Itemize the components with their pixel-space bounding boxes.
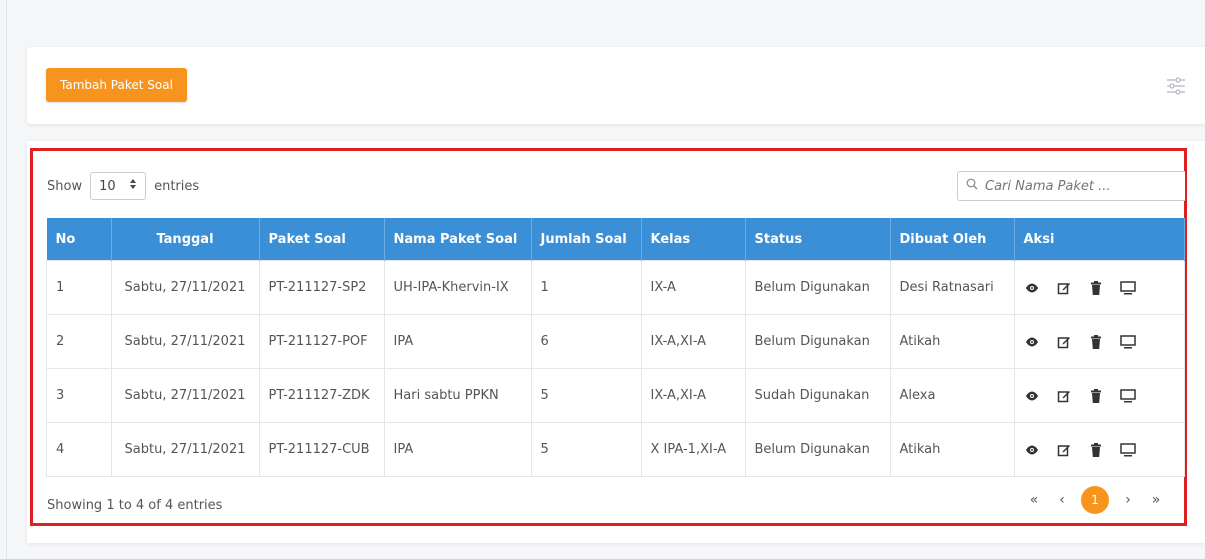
trash-icon[interactable] [1088,442,1104,458]
prev-page-button[interactable]: ‹ [1053,486,1071,514]
monitor-icon[interactable] [1119,280,1136,296]
page-length-control: Show 10 entries [47,171,199,201]
eye-icon[interactable] [1024,442,1040,458]
edit-icon[interactable] [1056,334,1072,350]
last-page-button[interactable]: » [1147,486,1165,514]
monitor-icon[interactable] [1119,388,1136,404]
first-page-button[interactable]: « [1025,486,1043,514]
trash-icon[interactable] [1088,388,1104,404]
eye-icon[interactable] [1024,388,1040,404]
sliders-icon[interactable] [1166,77,1186,95]
cell-jumlah-soal: 5 [530,422,642,477]
paket-soal-table: No Tanggal Paket Soal Nama Paket Soal Ju… [46,218,1185,477]
cell-dibuat-oleh: Alexa [889,368,1015,423]
col-tanggal[interactable]: Tanggal [111,218,260,261]
page-length-value: 10 [99,178,116,194]
cell-jumlah-soal: 6 [530,314,642,369]
cell-paket-soal: PT-211127-SP2 [258,260,385,315]
table-row: 2 Sabtu, 27/11/2021 PT-211127-POF IPA 6 IX-A,… [46,314,1185,369]
cell-paket-soal: PT-211127-POF [258,314,385,369]
page-length-select[interactable]: 10 [90,172,147,200]
page-left-border [6,0,7,559]
edit-icon[interactable] [1056,388,1072,404]
eye-icon[interactable] [1024,334,1040,350]
cell-aksi [1013,422,1185,477]
cell-dibuat-oleh: Desi Ratnasari [889,260,1015,315]
col-kelas[interactable]: Kelas [641,218,746,261]
cell-tanggal: Sabtu, 27/11/2021 [110,314,260,369]
cell-aksi [1013,260,1185,315]
table-header-row: No Tanggal Paket Soal Nama Paket Soal Ju… [46,218,1185,261]
cell-no: 1 [46,260,112,315]
search-field[interactable] [957,171,1185,201]
trash-icon[interactable] [1088,334,1104,350]
monitor-icon[interactable] [1119,442,1136,458]
col-dibuat-oleh[interactable]: Dibuat Oleh [890,218,1015,261]
eye-icon[interactable] [1024,280,1040,296]
cell-tanggal: Sabtu, 27/11/2021 [110,260,260,315]
table-info: Showing 1 to 4 of 4 entries [47,498,223,513]
pagination: « ‹ 1 › » [1025,486,1165,514]
cell-status: Belum Digunakan [744,422,891,477]
col-paket-soal[interactable]: Paket Soal [259,218,385,261]
col-status[interactable]: Status [745,218,891,261]
edit-icon[interactable] [1056,442,1072,458]
trash-icon[interactable] [1088,280,1104,296]
col-nama-paket-soal[interactable]: Nama Paket Soal [384,218,532,261]
cell-dibuat-oleh: Atikah [889,422,1015,477]
cell-no: 4 [46,422,112,477]
cell-tanggal: Sabtu, 27/11/2021 [110,368,260,423]
search-icon [966,178,978,194]
cell-nama-paket-soal: IPA [383,314,532,369]
cell-tanggal: Sabtu, 27/11/2021 [110,422,260,477]
table-row: 1 Sabtu, 27/11/2021 PT-211127-SP2 UH-IPA-Kh… [46,260,1185,315]
cell-jumlah-soal: 5 [530,368,642,423]
cell-kelas: IX-A,XI-A [640,314,746,369]
page-1-button[interactable]: 1 [1081,486,1109,514]
cell-nama-paket-soal: IPA [383,422,532,477]
add-package-button[interactable]: Tambah Paket Soal [46,68,187,102]
show-label: Show [47,178,83,194]
cell-paket-soal: PT-211127-CUB [258,422,385,477]
cell-aksi [1013,314,1185,369]
col-aksi: Aksi [1014,218,1185,261]
cell-kelas: X IPA-1,XI-A [640,422,746,477]
monitor-icon[interactable] [1119,334,1136,350]
sort-arrows-icon [129,178,137,194]
cell-status: Belum Digunakan [744,314,891,369]
table-row: 3 Sabtu, 27/11/2021 PT-211127-ZDK Hari sabt… [46,368,1185,423]
col-jumlah-soal[interactable]: Jumlah Soal [531,218,642,261]
cell-dibuat-oleh: Atikah [889,314,1015,369]
cell-kelas: IX-A,XI-A [640,368,746,423]
cell-status: Sudah Digunakan [744,368,891,423]
cell-nama-paket-soal: UH-IPA-Khervin-IX [383,260,532,315]
next-page-button[interactable]: › [1119,486,1137,514]
cell-kelas: IX-A [640,260,746,315]
toolbar-card: Tambah Paket Soal [27,47,1205,124]
edit-icon[interactable] [1056,280,1072,296]
search-input[interactable] [983,177,1177,195]
entries-label: entries [154,178,200,194]
cell-aksi [1013,368,1185,423]
cell-no: 3 [46,368,112,423]
table-row: 4 Sabtu, 27/11/2021 PT-211127-CUB IPA 5 X IPA… [46,422,1185,477]
col-no[interactable]: No [46,218,112,261]
cell-jumlah-soal: 1 [530,260,642,315]
cell-no: 2 [46,314,112,369]
cell-nama-paket-soal: Hari sabtu PPKN [383,368,532,423]
cell-status: Belum Digunakan [744,260,891,315]
cell-paket-soal: PT-211127-ZDK [258,368,385,423]
